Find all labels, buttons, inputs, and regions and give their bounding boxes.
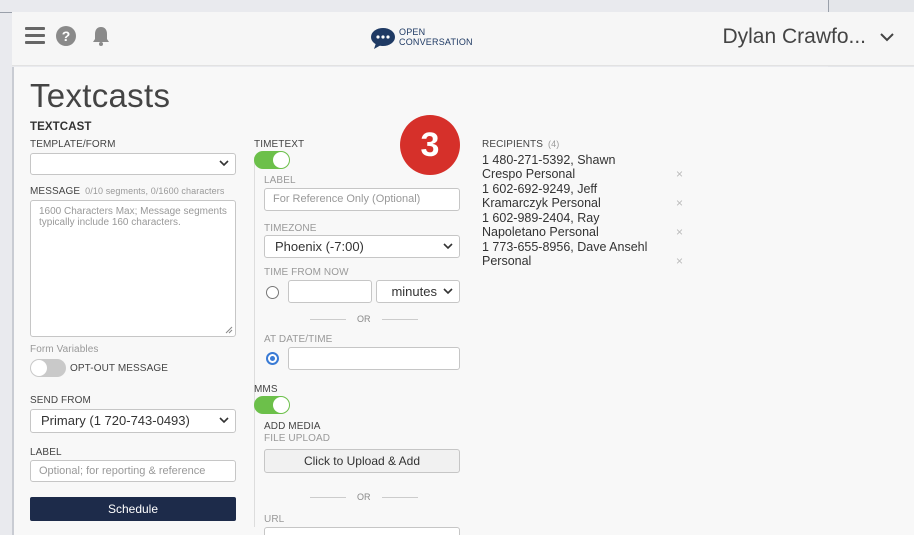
recipient-item: 1 480-271-5392, Shawn Crespo Personal	[482, 153, 616, 181]
label-label: LABEL	[30, 447, 62, 458]
opt-out-toggle[interactable]	[30, 359, 66, 377]
timetext-label-label: LABEL	[264, 175, 296, 186]
app-logo: OPEN CONVERSATION	[370, 25, 500, 53]
timetext-toggle[interactable]	[254, 151, 290, 169]
at-datetime-radio[interactable]	[266, 352, 279, 365]
timetext-label: TIMETEXT	[254, 139, 305, 150]
chat-bubble-icon	[371, 28, 395, 49]
column-divider	[254, 157, 255, 527]
chevron-down-icon	[219, 160, 229, 167]
time-from-now-label: TIME FROM NOW	[264, 267, 349, 278]
send-from-label: SEND FROM	[30, 395, 91, 406]
form-variables-label: Form Variables	[30, 344, 99, 355]
recipients-label: RECIPIENTS (4)	[482, 139, 560, 150]
or-divider-line	[382, 497, 418, 498]
timezone-select[interactable]: Phoenix (-7:00)	[264, 235, 460, 258]
opt-out-label: OPT-OUT MESSAGE	[70, 363, 168, 374]
send-from-select[interactable]: Primary (1 720-743-0493)	[30, 409, 236, 433]
remove-recipient-icon[interactable]: ×	[676, 167, 683, 181]
resize-handle-icon[interactable]	[225, 326, 233, 334]
template-form-label: TEMPLATE/FORM	[30, 139, 116, 150]
at-datetime-input[interactable]	[288, 347, 460, 370]
reference-label-input[interactable]: For Reference Only (Optional)	[264, 188, 460, 211]
chevron-down-icon[interactable]	[880, 32, 894, 42]
chevron-down-icon	[219, 417, 229, 424]
url-input[interactable]	[264, 527, 460, 535]
url-label: URL	[264, 514, 285, 525]
or-divider-line	[382, 319, 418, 320]
recipient-item: 1 773-655-8956, Dave Ansehl Personal	[482, 240, 648, 268]
message-label: MESSAGE 0/10 segments, 0/1600 characters	[30, 186, 225, 197]
remove-recipient-icon[interactable]: ×	[676, 196, 683, 210]
menu-icon[interactable]	[25, 27, 45, 45]
add-media-label: ADD MEDIA	[264, 421, 321, 432]
user-menu-name[interactable]: Dylan Crawfo...	[722, 25, 866, 49]
schedule-button[interactable]: Schedule	[30, 497, 236, 521]
timezone-label: TIMEZONE	[264, 223, 317, 234]
or-divider-text: OR	[357, 492, 371, 502]
remove-recipient-icon[interactable]: ×	[676, 254, 683, 268]
logo-text: OPEN CONVERSATION	[399, 27, 473, 47]
or-divider-text: OR	[357, 314, 371, 324]
chevron-down-icon	[443, 287, 453, 294]
time-from-now-radio[interactable]	[266, 286, 279, 299]
bell-icon[interactable]	[90, 25, 112, 47]
message-textarea[interactable]: 1600 Characters Max; Message segments ty…	[30, 200, 236, 337]
mms-toggle[interactable]	[254, 396, 290, 414]
recipients-count: (4)	[548, 139, 560, 149]
or-divider-line	[310, 319, 346, 320]
top-bar: ? OPEN CONVERSATION Dylan Crawfo...	[12, 12, 914, 66]
mms-label: MMS	[254, 384, 278, 395]
recipient-item: 1 602-989-2404, Ray Napoletano Personal	[482, 211, 600, 239]
background-window-edge-right	[828, 0, 829, 12]
main-panel: Textcasts TEXTCAST TEMPLATE/FORM MESSAGE…	[12, 67, 914, 535]
section-title: TEXTCAST	[30, 121, 92, 133]
help-icon[interactable]: ?	[56, 26, 76, 46]
time-unit-select[interactable]: minutes	[376, 280, 460, 303]
time-from-now-input[interactable]	[288, 280, 372, 303]
chevron-down-icon	[443, 242, 453, 249]
step-number-badge: 3	[400, 115, 460, 175]
page-title: Textcasts	[30, 77, 171, 114]
upload-button[interactable]: Click to Upload & Add	[264, 449, 460, 473]
recipient-item: 1 602-692-9249, Jeff Kramarczyk Personal	[482, 182, 601, 210]
template-form-select[interactable]	[30, 153, 236, 175]
label-input[interactable]: Optional; for reporting & reference	[30, 460, 236, 482]
message-counter: 0/10 segments, 0/1600 characters	[85, 186, 225, 196]
or-divider-line	[310, 497, 346, 498]
at-datetime-label: AT DATE/TIME	[264, 334, 333, 345]
file-upload-label: FILE UPLOAD	[264, 433, 331, 444]
remove-recipient-icon[interactable]: ×	[676, 225, 683, 239]
